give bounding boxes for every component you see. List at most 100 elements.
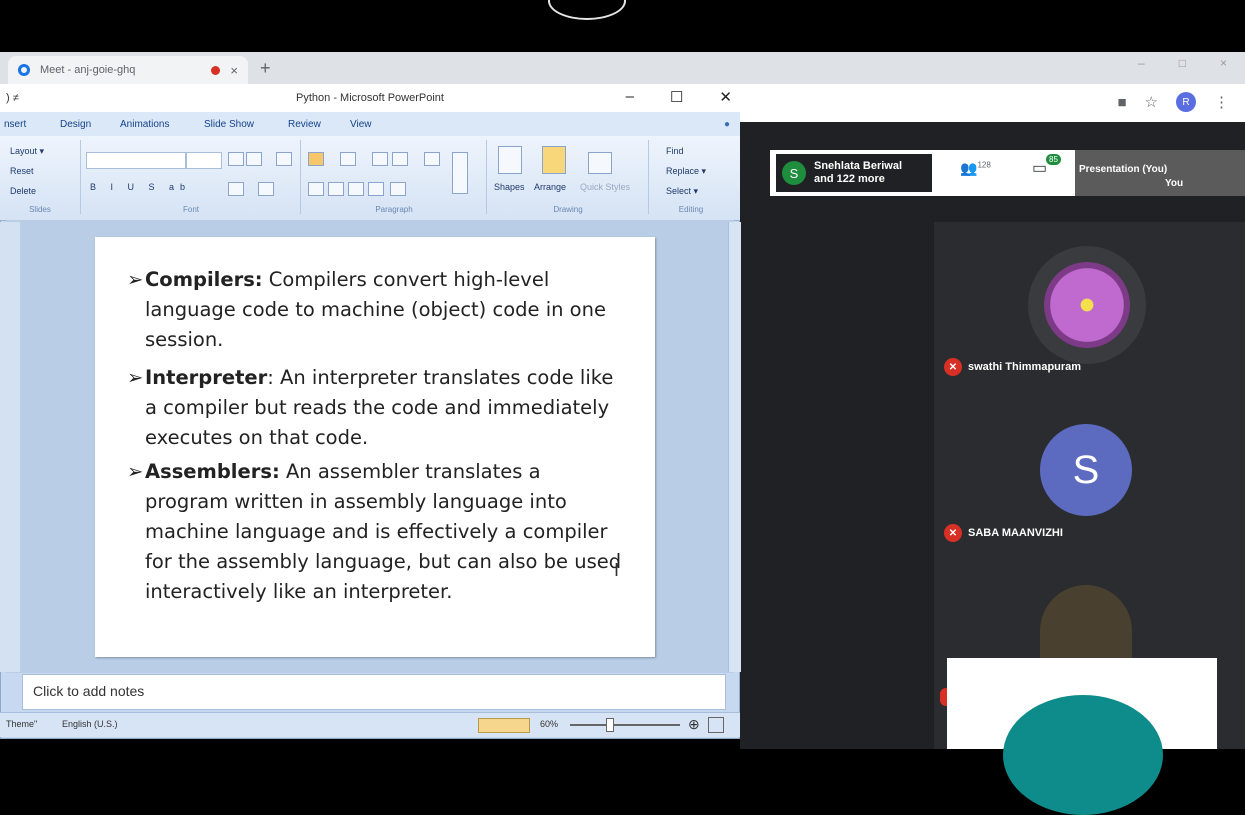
presenter-avatar: S: [782, 161, 806, 185]
font-format-icons[interactable]: B I U S ab: [90, 182, 191, 192]
tab-close-button[interactable]: ×: [230, 63, 238, 78]
chat-button[interactable]: ▭ 85: [1032, 154, 1061, 178]
select-button[interactable]: Select ▾: [666, 186, 698, 197]
ppt-close-button[interactable]: ✕: [719, 88, 732, 106]
ribbon-group-font: B I U S ab Font: [82, 140, 301, 214]
mic-off-icon: ✕: [944, 358, 962, 376]
ribbon-group-editing: Find Replace ▾ Select ▾ Editing: [650, 140, 732, 214]
presenter-name: Snehlata Beriwal: [814, 160, 903, 172]
shrink-font-icon[interactable]: [246, 152, 262, 166]
grow-font-icon[interactable]: [228, 152, 244, 166]
chat-icon: ▭: [1032, 160, 1048, 177]
browser-window-controls: – □ ×: [1138, 56, 1227, 70]
align-right-icon[interactable]: [348, 182, 364, 196]
replace-button[interactable]: Replace ▾: [666, 166, 706, 177]
browser-tab-meet[interactable]: Meet - anj-goie-ghq ×: [8, 56, 248, 84]
ppt-minimize-button[interactable]: –: [626, 88, 634, 106]
participant-initial-avatar: S: [1040, 424, 1132, 516]
group-label-drawing: Drawing: [553, 205, 583, 214]
numbering-icon[interactable]: [340, 152, 356, 166]
presenter-more: and 122 more: [814, 173, 885, 185]
group-label-slides: Slides: [29, 205, 51, 214]
font-name-dropdown[interactable]: [86, 152, 186, 169]
browser-toolbar-icons: ■ ☆ R ⋮: [1117, 92, 1229, 112]
ribbon-group-drawing: Shapes Arrange Quick Styles Drawing: [488, 140, 649, 214]
bullets-icon[interactable]: [308, 152, 324, 166]
ribbon-tabs: nsert Design Animations Slide Show Revie…: [0, 112, 740, 136]
browser-minimize-button[interactable]: –: [1138, 56, 1145, 70]
font-size-dropdown[interactable]: [186, 152, 222, 169]
zoom-in-icon[interactable]: ⊕: [688, 716, 700, 733]
bullet-arrow-icon: ➢: [127, 268, 144, 291]
group-label-font: Font: [182, 205, 199, 214]
slide-canvas[interactable]: ➢ Compilers: Compilers convert high-leve…: [95, 237, 655, 657]
change-case-icon[interactable]: [228, 182, 244, 196]
quick-styles-icon[interactable]: [588, 152, 612, 174]
quick-styles-button[interactable]: Quick Styles: [580, 182, 630, 192]
bullet-interpreter[interactable]: ➢ Interpreter: An interpreter translates…: [127, 363, 625, 453]
fit-slide-icon[interactable]: [708, 717, 724, 733]
presenter-text: Snehlata Beriwal and 122 more: [814, 160, 902, 186]
bullet-arrow-icon: ➢: [127, 366, 144, 389]
align-left-icon[interactable]: [308, 182, 324, 196]
participant-photo-avatar: [1028, 246, 1146, 364]
browser-maximize-button[interactable]: □: [1179, 56, 1186, 70]
tab-animations[interactable]: Animations: [120, 119, 169, 130]
tab-insert[interactable]: nsert: [4, 119, 26, 130]
font-color-icon[interactable]: [258, 182, 274, 196]
profile-avatar[interactable]: R: [1176, 92, 1196, 112]
delete-button[interactable]: Delete: [10, 186, 36, 196]
participant-name: swathi Thimmapuram: [968, 361, 1082, 373]
slides-pane-collapsed[interactable]: [0, 222, 20, 672]
browser-menu-icon[interactable]: ⋮: [1214, 93, 1229, 111]
bullet-compilers[interactable]: ➢ Compilers: Compilers convert high-leve…: [127, 265, 625, 355]
participant-name: SABA MAANVIZHI: [968, 527, 1063, 539]
group-label-paragraph: Paragraph: [375, 205, 413, 214]
status-language[interactable]: English (U.S.): [62, 719, 118, 729]
view-buttons[interactable]: [478, 718, 530, 733]
arrange-button[interactable]: Arrange: [534, 182, 566, 192]
self-view-tile[interactable]: Presentation (You) You: [1075, 150, 1245, 196]
browser-close-button[interactable]: ×: [1220, 56, 1227, 70]
meet-favicon-icon: [18, 64, 30, 76]
tab-design[interactable]: Design: [60, 119, 91, 130]
arrange-icon[interactable]: [542, 146, 566, 174]
clear-format-icon[interactable]: [276, 152, 292, 166]
decrease-indent-icon[interactable]: [372, 152, 388, 166]
zoom-level[interactable]: 60%: [540, 719, 558, 729]
tab-review[interactable]: Review: [288, 119, 321, 130]
layout-button[interactable]: Layout ▾: [10, 146, 44, 157]
browser-tabstrip: Meet - anj-goie-ghq ×: [0, 52, 1245, 84]
tab-view[interactable]: View: [350, 119, 372, 130]
bullet-term: Interpreter: [145, 366, 268, 389]
reset-button[interactable]: Reset: [10, 166, 34, 176]
ribbon-group-paragraph: Paragraph: [302, 140, 487, 214]
shapes-icon[interactable]: [498, 146, 522, 174]
zoom-slider[interactable]: [570, 724, 680, 726]
ppt-maximize-button[interactable]: ☐: [670, 88, 683, 106]
find-button[interactable]: Find: [666, 146, 684, 156]
notes-pane[interactable]: Click to add notes: [22, 674, 726, 710]
camera-indicator-icon[interactable]: ■: [1117, 94, 1126, 111]
zoom-slider-handle[interactable]: [606, 718, 614, 732]
tab-slide-show[interactable]: Slide Show: [204, 119, 254, 130]
columns-icon[interactable]: [390, 182, 406, 196]
people-count: 128: [977, 160, 991, 170]
text-direction-icon[interactable]: [452, 152, 468, 194]
text-cursor-icon: I: [614, 560, 620, 580]
justify-icon[interactable]: [368, 182, 384, 196]
bullet-term: Assemblers:: [145, 460, 280, 483]
help-icon[interactable]: ●: [724, 119, 730, 130]
shapes-button[interactable]: Shapes: [494, 182, 525, 192]
bullet-arrow-icon: ➢: [127, 460, 144, 483]
bullet-assemblers[interactable]: ➢ Assemblers: An assembler translates a …: [127, 457, 625, 607]
line-spacing-icon[interactable]: [424, 152, 440, 166]
align-center-icon[interactable]: [328, 182, 344, 196]
new-tab-button[interactable]: +: [260, 58, 271, 79]
increase-indent-icon[interactable]: [392, 152, 408, 166]
presenter-chip[interactable]: S Snehlata Beriwal and 122 more: [776, 154, 932, 192]
people-button[interactable]: 👥128: [960, 160, 991, 177]
people-icon: 👥: [960, 160, 978, 176]
bookmark-star-icon[interactable]: ☆: [1145, 93, 1158, 111]
vertical-scrollbar[interactable]: [728, 222, 741, 672]
